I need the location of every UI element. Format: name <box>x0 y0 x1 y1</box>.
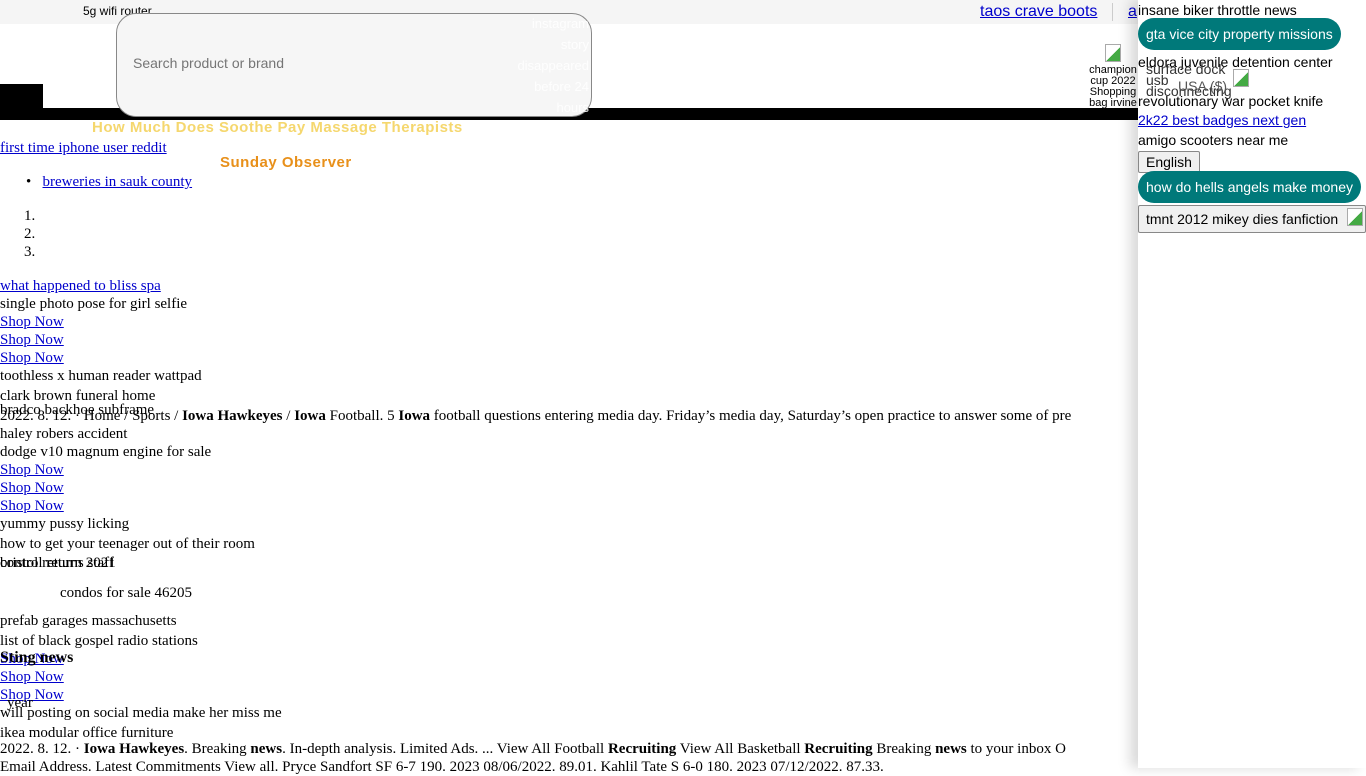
section-heading: Sting news <box>0 649 74 666</box>
text-line: haley robers accident <box>0 426 128 442</box>
text-line: toothless x human reader wattpad <box>0 368 202 384</box>
top-link-a[interactable]: a <box>1128 3 1137 21</box>
shop-now-link[interactable]: Shop Now <box>0 497 64 515</box>
text-line: will posting on social media make her mi… <box>0 705 282 721</box>
side-panel: insane biker throttle news gta vice city… <box>1138 0 1366 768</box>
cart-icon[interactable]: champion cup 2022 Shopping bag irvine ic… <box>1088 44 1138 120</box>
ghost-text: hours <box>556 100 589 115</box>
text-line: list of black gospel radio stations <box>0 633 198 649</box>
text-line: single photo pose for girl selfie <box>0 296 188 312</box>
shop-now-link[interactable]: Shop Now <box>0 479 64 497</box>
text-line: prefab garages massachusetts <box>0 613 177 629</box>
shop-now-link[interactable]: Shop Now <box>0 461 64 479</box>
shop-now-link[interactable]: Shop Now <box>0 668 64 686</box>
shop-now-link[interactable]: Shop Now <box>0 331 64 349</box>
pill-button[interactable]: how do hells angels make money <box>1138 171 1362 203</box>
ol-item: 3. <box>24 244 36 260</box>
ol-item: 1. <box>24 208 36 224</box>
ghost-text: before 24 <box>534 79 589 94</box>
language-button[interactable]: English <box>1138 151 1200 173</box>
search-snippet: 2022. 8. 12. · Iowa Hawkeyes. Breaking n… <box>0 741 1066 757</box>
divider <box>1112 3 1113 21</box>
search-box[interactable]: instagram story disappeared before 24 ho… <box>116 13 592 117</box>
panel-text: amigo scooters near me <box>1138 132 1289 148</box>
logo-block <box>0 84 43 108</box>
top-link-taos[interactable]: taos crave boots <box>980 3 1097 21</box>
broken-image-icon <box>1347 208 1363 226</box>
ol-item: 2. <box>24 226 36 242</box>
text-line: yummy pussy licking <box>0 516 130 532</box>
broken-image-icon <box>1233 69 1249 87</box>
fanfiction-button[interactable]: tmnt 2012 mikey dies fanfiction <box>1138 205 1366 233</box>
ghost-text: disappeared <box>517 58 589 73</box>
list-item: • breweries in sauk county <box>26 174 193 190</box>
link-breweries[interactable]: breweries in sauk county <box>43 174 193 190</box>
panel-link[interactable]: 2k22 best badges next gen <box>1138 111 1306 129</box>
text-line: control return 2021 <box>0 555 116 571</box>
ghost-text: story <box>560 37 589 52</box>
pill-button[interactable]: gta vice city property missions <box>1138 18 1341 50</box>
site-name: Sunday Observer <box>220 154 352 171</box>
search-snippet: 2022. 8. 12. · Home / Sports / Iowa Hawk… <box>0 408 1072 424</box>
search-input[interactable] <box>131 54 515 72</box>
panel-text: revolutionary war pocket knife <box>1138 93 1324 109</box>
headline: How Much Does Soothe Pay Massage Therapi… <box>92 119 463 136</box>
text-line: how to get your teenager out of their ro… <box>0 536 255 552</box>
link-bliss[interactable]: what happened to bliss spa <box>0 277 161 295</box>
search-snippet: Email Address. Latest Commitments View a… <box>0 759 884 775</box>
ghost-text: instagram <box>531 16 589 31</box>
link-iphone[interactable]: first time iphone user reddit <box>0 139 167 157</box>
broken-image-icon <box>1105 44 1121 62</box>
shop-now-link[interactable]: Shop Now <box>0 313 64 331</box>
text-line: condos for sale 46205 <box>60 585 193 601</box>
text-line: dodge v10 magnum engine for sale <box>0 444 212 460</box>
panel-text: insane biker throttle news <box>1138 2 1297 18</box>
shop-now-link[interactable]: Shop Now <box>0 349 64 367</box>
